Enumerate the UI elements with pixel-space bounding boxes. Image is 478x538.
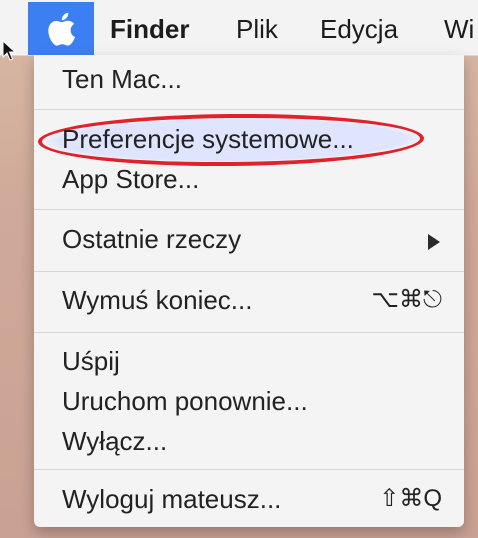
apple-menu-dropdown: Ten Mac... Preferencje systemowe... App … <box>34 55 464 527</box>
submenu-arrow-icon <box>428 234 440 250</box>
apple-logo-icon <box>48 12 76 46</box>
menu-item-preferencje-systemowe[interactable]: Preferencje systemowe... <box>62 122 354 156</box>
shortcut-force-quit: ⌥⌘⎋ <box>371 286 442 313</box>
mouse-cursor-icon <box>2 39 17 67</box>
menubar-finder[interactable]: Finder <box>110 12 189 46</box>
apple-menu-button[interactable] <box>28 2 94 55</box>
menu-separator <box>34 469 464 470</box>
menu-item-ostatnie-rzeczy[interactable]: Ostatnie rzeczy <box>62 222 241 256</box>
menu-item-wymus-koniec[interactable]: Wymuś koniec... <box>62 283 252 317</box>
menu-item-wylacz[interactable]: Wyłącz... <box>62 424 167 458</box>
menu-item-app-store[interactable]: App Store... <box>62 162 199 196</box>
menu-separator <box>34 332 464 333</box>
menubar-plik[interactable]: Plik <box>236 12 278 46</box>
menu-item-ten-mac[interactable]: Ten Mac... <box>62 62 182 96</box>
menu-separator <box>34 209 464 210</box>
menubar-edycja[interactable]: Edycja <box>320 12 398 46</box>
menu-separator <box>34 271 464 272</box>
menu-bar: Finder Plik Edycja Wi <box>0 0 478 56</box>
menu-item-uruchom-ponownie[interactable]: Uruchom ponownie... <box>62 384 308 418</box>
shortcut-log-out: ⇧⌘Q <box>379 485 442 512</box>
menu-separator <box>34 109 464 110</box>
menu-item-wyloguj[interactable]: Wyloguj mateusz... <box>62 482 281 516</box>
menubar-wi[interactable]: Wi <box>444 12 474 46</box>
menu-item-uspij[interactable]: Uśpij <box>62 344 120 378</box>
